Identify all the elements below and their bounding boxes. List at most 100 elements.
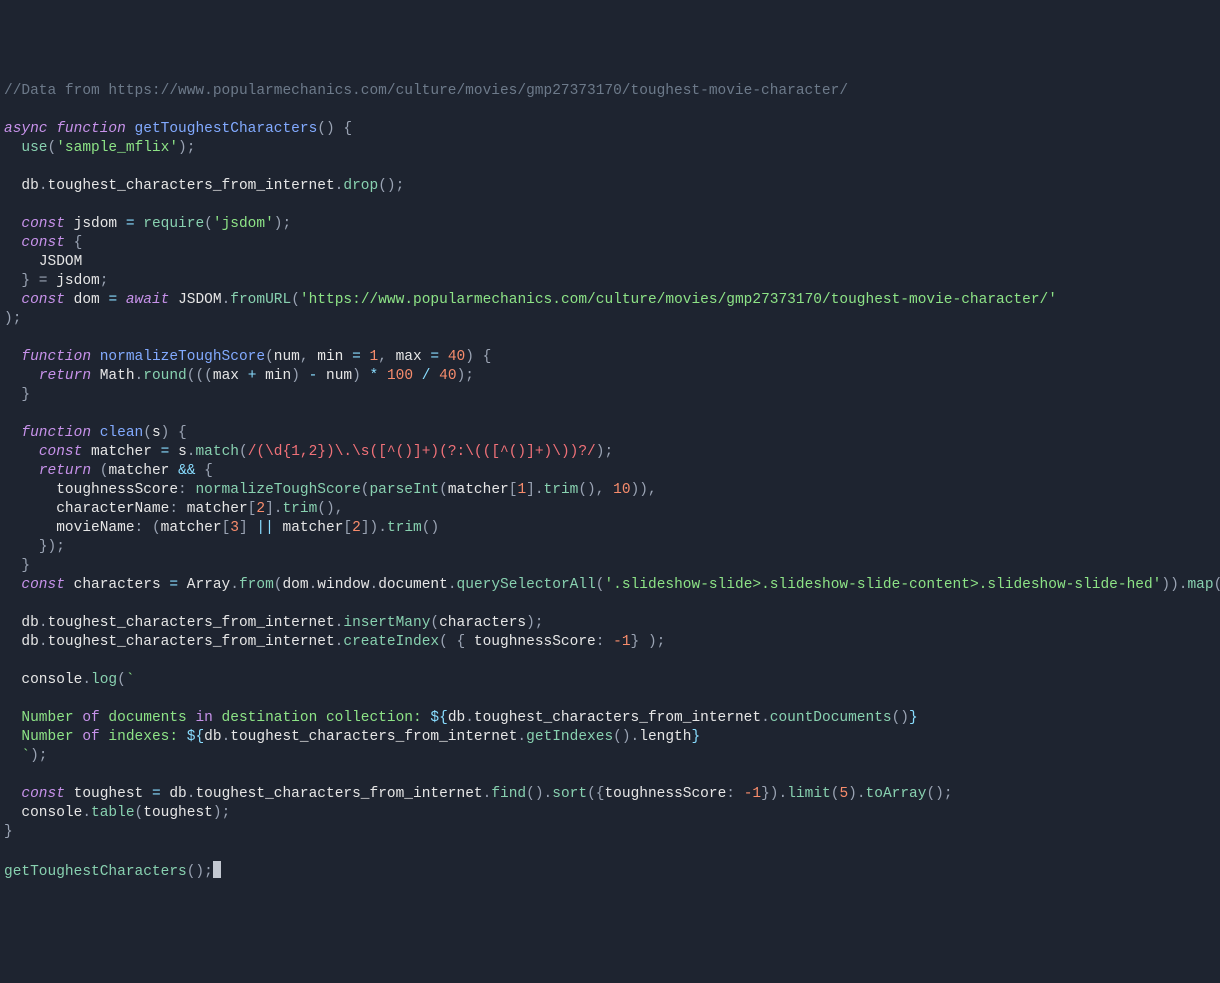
number: -1	[613, 634, 630, 650]
keyword: in	[195, 710, 212, 726]
method: from	[239, 577, 274, 593]
identifier: dom	[282, 577, 308, 593]
property: toughnessScore	[474, 634, 596, 650]
number: 3	[230, 520, 239, 536]
identifier: JSDOM	[178, 292, 222, 308]
function-call: normalizeToughScore	[195, 482, 360, 498]
method: sort	[552, 786, 587, 802]
keyword: const	[21, 577, 65, 593]
identifier: jsdom	[56, 273, 100, 289]
param: num	[274, 349, 300, 365]
keyword: const	[21, 786, 65, 802]
method: countDocuments	[770, 710, 892, 726]
property: toughest_characters_from_internet	[48, 634, 335, 650]
keyword: const	[39, 444, 83, 460]
identifier: db	[169, 786, 186, 802]
method: table	[91, 805, 135, 821]
identifier: characters	[439, 615, 526, 631]
number: 1	[370, 349, 379, 365]
number: 100	[387, 368, 413, 384]
string: 'jsdom'	[213, 216, 274, 232]
keyword: const	[21, 216, 65, 232]
method: getIndexes	[526, 729, 613, 745]
identifier: dom	[74, 292, 100, 308]
method: map	[1187, 577, 1213, 593]
string: 'sample_mflix'	[56, 140, 178, 156]
template-open: `	[126, 672, 135, 688]
string: '.slideshow-slide>.slideshow-slide-conte…	[604, 577, 1161, 593]
identifier: matcher	[108, 463, 169, 479]
keyword: of	[82, 710, 99, 726]
property: toughest_characters_from_internet	[48, 615, 335, 631]
keyword: async	[4, 121, 48, 137]
param: max	[396, 349, 422, 365]
keyword: function	[21, 425, 91, 441]
comment-line: //Data from https://www.popularmechanics…	[4, 83, 848, 99]
identifier: Array	[187, 577, 231, 593]
identifier: jsdom	[74, 216, 118, 232]
property: window	[317, 577, 369, 593]
method: fromURL	[230, 292, 291, 308]
property: toughest_characters_from_internet	[230, 729, 517, 745]
method: toArray	[866, 786, 927, 802]
property: toughest_characters_from_internet	[48, 178, 335, 194]
identifier: db	[21, 178, 38, 194]
code-editor[interactable]: //Data from https://www.popularmechanics…	[4, 82, 1216, 882]
identifier: num	[326, 368, 352, 384]
keyword: return	[39, 368, 91, 384]
string: 'https://www.popularmechanics.com/cultur…	[300, 292, 1057, 308]
method: limit	[787, 786, 831, 802]
template-text: Number	[4, 710, 82, 726]
interp-close: }	[691, 729, 700, 745]
keyword: return	[39, 463, 91, 479]
template-text: documents	[100, 710, 196, 726]
keyword: function	[56, 121, 126, 137]
identifier: toughest	[143, 805, 213, 821]
param: min	[317, 349, 343, 365]
identifier: characters	[74, 577, 161, 593]
identifier: toughest	[74, 786, 144, 802]
regex: /(\d{1,2})\.\s([^()]+)(?:\(([^()]+)\))?/	[248, 444, 596, 460]
number: 2	[256, 501, 265, 517]
identifier: min	[265, 368, 291, 384]
function-call: require	[143, 216, 204, 232]
property: characterName	[56, 501, 169, 517]
number: 2	[352, 520, 361, 536]
template-text: Number	[4, 729, 82, 745]
template-text: destination collection:	[213, 710, 431, 726]
identifier: matcher	[161, 520, 222, 536]
method: match	[195, 444, 239, 460]
function-call: parseInt	[369, 482, 439, 498]
identifier: db	[448, 710, 465, 726]
text-cursor	[213, 861, 221, 878]
keyword: function	[21, 349, 91, 365]
number: 40	[448, 349, 465, 365]
identifier: max	[213, 368, 239, 384]
template-text: indexes:	[100, 729, 187, 745]
number: 10	[613, 482, 630, 498]
keyword: await	[126, 292, 170, 308]
identifier: db	[21, 615, 38, 631]
function-decl: getToughestCharacters	[135, 121, 318, 137]
identifier: matcher	[283, 520, 344, 536]
identifier: JSDOM	[39, 254, 83, 270]
method: querySelectorAll	[457, 577, 596, 593]
property: toughest_characters_from_internet	[474, 710, 761, 726]
identifier: db	[204, 729, 221, 745]
identifier: s	[178, 444, 187, 460]
identifier: console	[21, 805, 82, 821]
keyword: of	[82, 729, 99, 745]
identifier: matcher	[187, 501, 248, 517]
keyword: const	[21, 292, 65, 308]
param: s	[152, 425, 161, 441]
function-decl: clean	[100, 425, 144, 441]
property: toughnessScore	[604, 786, 726, 802]
identifier: matcher	[91, 444, 152, 460]
function-call: use	[21, 140, 47, 156]
function-decl: normalizeToughScore	[100, 349, 265, 365]
property: toughest_characters_from_internet	[195, 786, 482, 802]
method: createIndex	[343, 634, 439, 650]
identifier: db	[21, 634, 38, 650]
interp-open: ${	[430, 710, 447, 726]
method: log	[91, 672, 117, 688]
